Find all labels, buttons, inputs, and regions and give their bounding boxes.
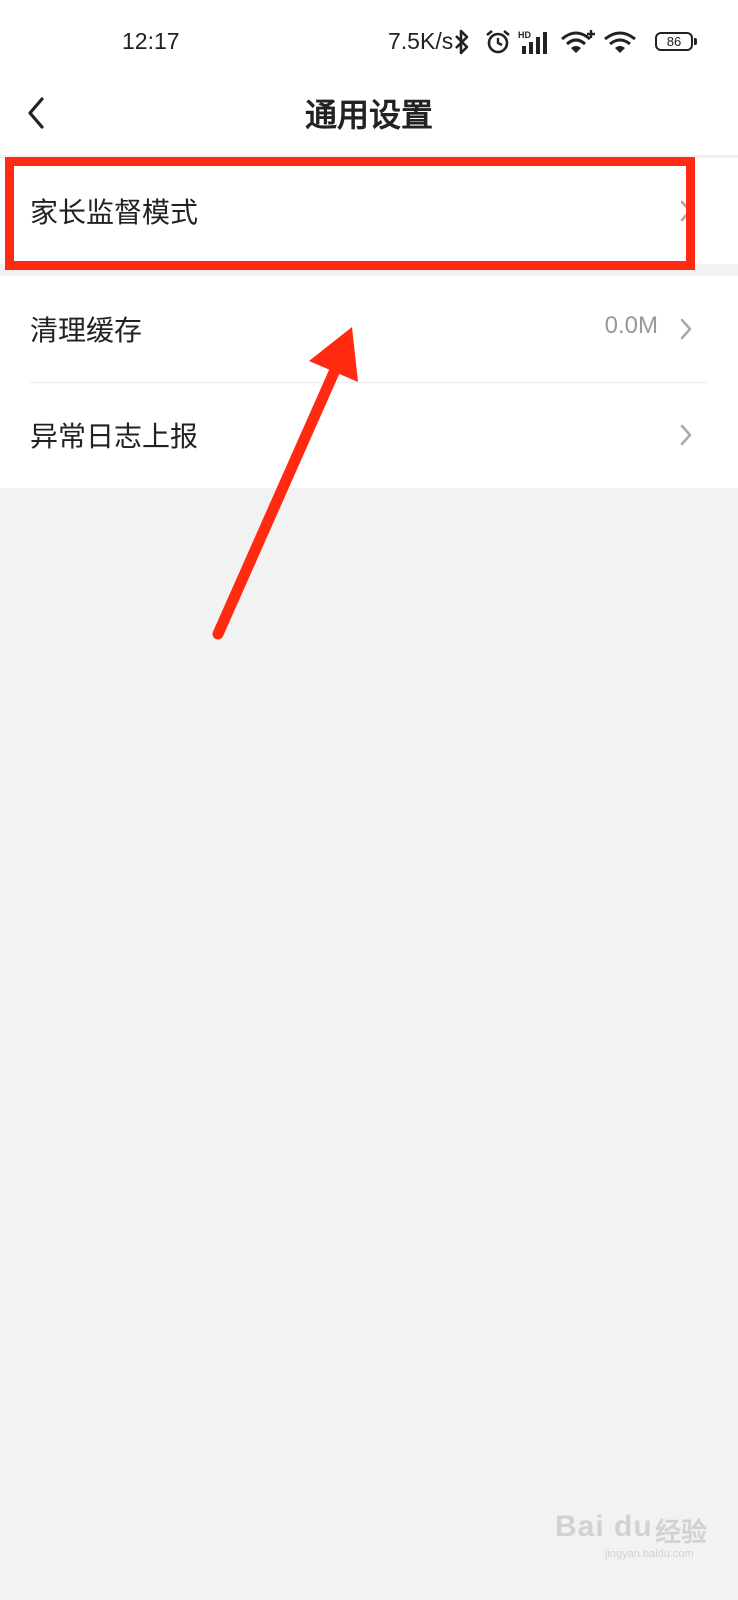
svg-text:HD: HD <box>518 30 531 40</box>
watermark-url: jingyan.baidu.com <box>605 1548 694 1560</box>
alarm-icon <box>486 29 510 54</box>
top-bar: 12:17 7.5K/s HD 86 通用设置 <box>0 0 738 155</box>
network-speed: 7.5K/s <box>388 28 454 54</box>
annotation-highlight-box <box>5 157 695 270</box>
baidu-jingyan-watermark: Bai du 经验 jingyan.baidu.com <box>555 1482 725 1562</box>
chevron-right-icon <box>680 318 692 340</box>
status-time: 12:17 <box>122 28 180 54</box>
wifi-plus-icon <box>561 30 595 53</box>
battery-icon: 86 <box>655 32 697 51</box>
status-bar: 12:17 7.5K/s HD 86 <box>0 0 738 85</box>
page-title: 通用设置 <box>304 96 433 134</box>
watermark-logo: Bai du <box>555 1510 653 1543</box>
chevron-right-icon <box>680 424 692 446</box>
settings-group-2: 清理缓存 0.0M 异常日志上报 <box>0 276 738 488</box>
bluetooth-icon <box>455 29 469 55</box>
wifi-icon <box>604 31 636 53</box>
nav-bar: 通用设置 <box>0 80 738 155</box>
clear-cache-label: 清理缓存 <box>30 314 143 347</box>
watermark-brand: 经验 <box>655 1517 708 1547</box>
log-report-row[interactable]: 异常日志上报 <box>0 382 738 488</box>
log-report-label: 异常日志上报 <box>30 420 199 453</box>
cache-size-value: 0.0M <box>604 312 658 339</box>
clear-cache-row[interactable]: 清理缓存 0.0M <box>0 276 738 382</box>
hd-signal-icon: HD <box>518 30 547 54</box>
